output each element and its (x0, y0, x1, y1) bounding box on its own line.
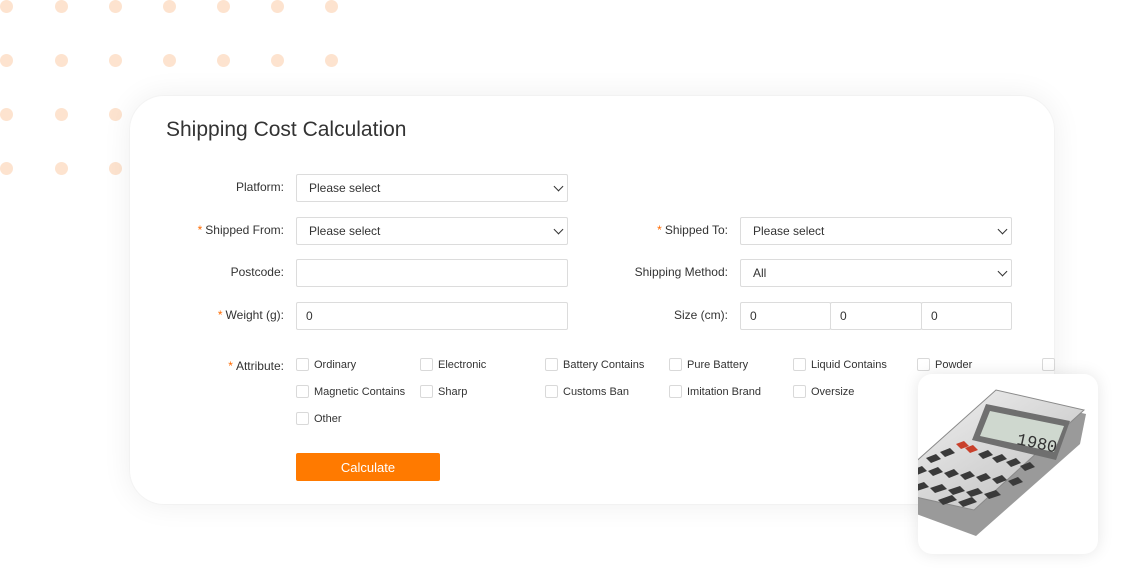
shipped-from-label: * Shipped From: (197, 223, 284, 237)
attribute-label: * Attribute: (228, 359, 284, 373)
platform-select-value[interactable]: Please select (296, 174, 568, 202)
calculate-button[interactable]: Calculate (296, 453, 440, 481)
checkbox[interactable] (669, 385, 682, 398)
checkbox[interactable] (296, 412, 309, 425)
attribute-checkbox-battery-contains[interactable]: Battery Contains (545, 358, 644, 371)
shipped-to-select-value[interactable]: Please select (740, 217, 1012, 245)
checkbox[interactable] (296, 385, 309, 398)
size-width-input[interactable] (830, 302, 922, 330)
attribute-checkbox-powder[interactable]: Powder (917, 358, 972, 371)
attribute-checkbox-imitation-brand[interactable]: Imitation Brand (669, 385, 761, 398)
shipping-method-select-value[interactable]: All (740, 259, 1012, 287)
postcode-label: Postcode: (230, 265, 284, 279)
checkbox[interactable] (296, 358, 309, 371)
checkbox[interactable] (545, 385, 558, 398)
checkbox[interactable] (793, 358, 806, 371)
attribute-checkbox-liquid-contains[interactable]: Liquid Contains (793, 358, 887, 371)
shipping-method-select[interactable]: All (740, 259, 1012, 287)
shipping-method-label: Shipping Method: (634, 265, 728, 279)
attribute-checkbox-sharp[interactable]: Sharp (420, 385, 467, 398)
weight-label: * Weight (g): (217, 308, 284, 322)
shipped-to-select[interactable]: Please select (740, 217, 1012, 245)
calculator-illustration-card: 1980 (882, 374, 1098, 554)
shipped-from-select[interactable]: Please select (296, 217, 568, 245)
calculator-icon: 1980 (882, 389, 1086, 536)
shipping-calc-card: Shipping Cost Calculation Platform: Plea… (130, 96, 1055, 504)
checkbox[interactable] (420, 385, 433, 398)
size-height-input[interactable] (921, 302, 1012, 330)
checkbox[interactable] (420, 358, 433, 371)
attribute-checkbox-clipped[interactable] (1042, 358, 1060, 371)
attribute-checkbox-oversize[interactable]: Oversize (793, 385, 854, 398)
checkbox[interactable] (669, 358, 682, 371)
platform-select[interactable]: Please select (296, 174, 568, 202)
attribute-checkbox-electronic[interactable]: Electronic (420, 358, 486, 371)
attribute-checkbox-magnetic-contains[interactable]: Magnetic Contains (296, 385, 405, 398)
size-length-input[interactable] (740, 302, 831, 330)
platform-label: Platform: (235, 180, 284, 194)
postcode-input[interactable] (296, 259, 568, 287)
checkbox[interactable] (545, 358, 558, 371)
shipped-to-label: * Shipped To: (657, 223, 728, 237)
checkbox[interactable] (917, 358, 930, 371)
size-label: Size (cm): (674, 308, 728, 322)
checkbox[interactable] (793, 385, 806, 398)
checkbox[interactable] (1042, 358, 1055, 371)
attribute-checkbox-ordinary[interactable]: Ordinary (296, 358, 356, 371)
weight-input[interactable] (296, 302, 568, 330)
attribute-checkbox-other[interactable]: Other (296, 412, 342, 425)
attribute-checkbox-pure-battery[interactable]: Pure Battery (669, 358, 748, 371)
attribute-checkbox-customs-ban[interactable]: Customs Ban (545, 385, 629, 398)
page-title: Shipping Cost Calculation (166, 118, 407, 141)
shipped-from-select-value[interactable]: Please select (296, 217, 568, 245)
